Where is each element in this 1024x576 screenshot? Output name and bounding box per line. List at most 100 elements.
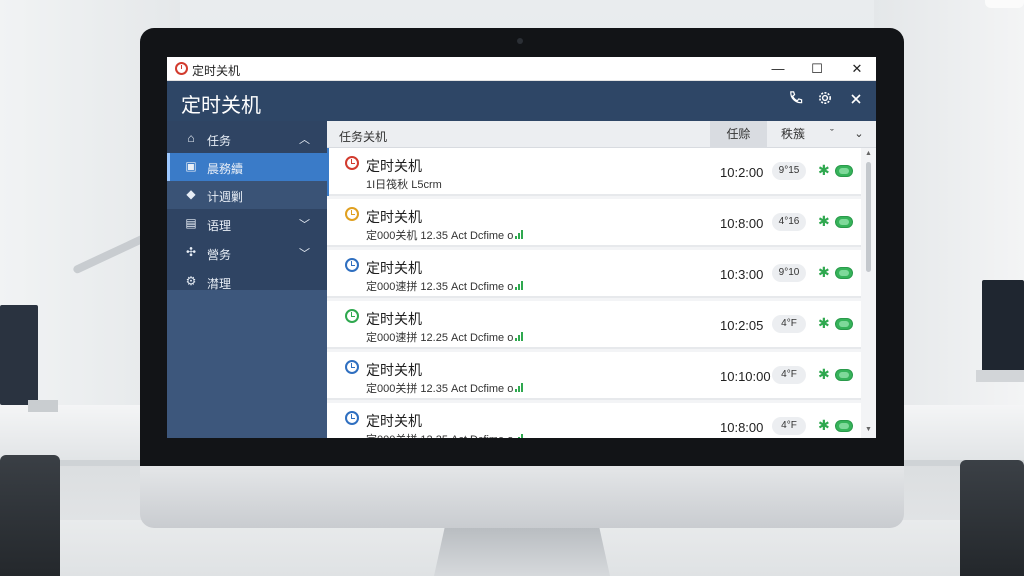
home-icon: ⌂ xyxy=(187,131,195,145)
background-monitor-right xyxy=(982,280,1024,372)
chevron-down-icon[interactable]: ⌄ xyxy=(851,121,867,148)
task-list: 定时关机 1I日筏秋 L5crm 10:2:00 9°15 ✱ 定时关机 定000关机 12… xyxy=(327,148,861,438)
office-chair-right xyxy=(960,460,1024,576)
sidebar-item-label: 潸理 xyxy=(207,277,232,291)
task-badge[interactable]: 9°15 xyxy=(772,162,806,180)
sidebar-item-plan[interactable]: ◆ 计週剿 xyxy=(167,181,327,209)
star-icon[interactable]: ✱ xyxy=(818,366,830,383)
scroll-up-arrow[interactable]: ▲ xyxy=(864,150,873,160)
close-window-button[interactable]: ✕ xyxy=(843,60,871,78)
sidebar-item-label: 计週剿 xyxy=(207,190,244,204)
tab-task[interactable]: 任赊 xyxy=(710,121,767,148)
content-title: 任务关机 xyxy=(339,130,388,144)
monitor-chin xyxy=(140,466,904,528)
alarm-clock-icon xyxy=(345,258,359,272)
close-icon[interactable] xyxy=(845,90,867,112)
task-title: 定时关机 xyxy=(366,209,422,225)
app-header: 定时关机 xyxy=(167,81,876,121)
task-badge[interactable]: 4°16 xyxy=(772,213,806,231)
main-content: 任务关机 任赊 秩簇 ˇ ⌄ 定时关机 1I日筏秋 L5crm 10:2:00 9°1… xyxy=(327,121,876,438)
calendar-icon: ▣ xyxy=(185,159,197,173)
task-badge[interactable]: 4°F xyxy=(772,366,806,384)
gear-icon: ⚙ xyxy=(185,274,197,288)
task-badge[interactable]: 4°F xyxy=(772,315,806,333)
task-row[interactable]: 定时关机定000关拼 12.35 Act Dcfime o 10:10:00 4°F… xyxy=(327,352,861,400)
task-subtitle-text: 定000速拼 12.25 Act Dcfime o xyxy=(366,332,514,344)
task-subtitle-text: 定000关拼 12.35 Act Dcfime o xyxy=(366,383,514,395)
task-title: 定时关机 xyxy=(366,413,422,429)
task-subtitle: 定000速拼 12.35 Act Dcfime o xyxy=(366,278,524,294)
task-subtitle: 定000关拼 12.35 Act Dcfime o xyxy=(366,431,524,438)
alarm-clock-icon xyxy=(345,156,359,170)
sidebar-item-active[interactable]: ▣ 晨務續 xyxy=(167,153,327,181)
task-subtitle-text: 1I日筏秋 L5crm xyxy=(366,179,442,191)
caret-icon[interactable]: ˇ xyxy=(824,121,840,148)
star-icon[interactable]: ✱ xyxy=(818,264,830,281)
task-row[interactable]: 定时关机定000速拼 12.35 Act Dcfime o 10:3:00 9°10… xyxy=(327,250,861,298)
task-subtitle-text: 定000关机 12.35 Act Dcfime o xyxy=(366,230,514,242)
chevron-up-icon: ︿ xyxy=(299,134,310,146)
star-icon[interactable]: ✱ xyxy=(818,213,830,230)
background-monitor-left xyxy=(0,305,38,405)
star-icon[interactable]: ✱ xyxy=(818,162,830,179)
task-row[interactable]: 定时关机定000关拼 12.35 Act Dcfime o 10:8:00 4°F ✱ xyxy=(327,403,861,438)
signal-bars-icon xyxy=(515,332,524,344)
background-monitor-left-stand xyxy=(28,400,58,412)
content-header: 任务关机 任赊 秩簇 ˇ ⌄ xyxy=(327,121,876,148)
sidebar-item-settings[interactable]: ⚙ 潸理 xyxy=(167,268,327,296)
task-badge[interactable]: 9°10 xyxy=(772,264,806,282)
star-icon[interactable]: ✱ xyxy=(818,417,830,434)
tab-order[interactable]: 秩簇 xyxy=(770,121,816,148)
sidebar-item-manage[interactable]: ▤ 语理 ﹀ xyxy=(167,210,327,238)
gear-icon[interactable] xyxy=(814,90,836,112)
enable-toggle[interactable] xyxy=(835,216,853,228)
scroll-down-arrow[interactable]: ▼ xyxy=(864,426,873,436)
task-subtitle: 定000关拼 12.35 Act Dcfime o xyxy=(366,380,524,396)
sidebar-item-label: 晨務續 xyxy=(207,162,244,176)
task-time: 10:3:00 xyxy=(720,267,764,282)
task-subtitle-text: 定000关拼 12.35 Act Dcfime o xyxy=(366,434,513,438)
sidebar-item-tasks[interactable]: ⌂ 任务 ︿ xyxy=(167,125,327,153)
app-title: 定时关机 xyxy=(181,95,261,117)
window-title: 定时关机 xyxy=(192,64,241,78)
sidebar-item-label: 语理 xyxy=(207,219,232,233)
enable-toggle[interactable] xyxy=(835,165,853,177)
task-title: 定时关机 xyxy=(366,362,422,378)
enable-toggle[interactable] xyxy=(835,267,853,279)
ceiling-light xyxy=(985,0,1024,8)
sidebar-item-service[interactable]: ✣ 營务 ﹀ xyxy=(167,239,327,267)
task-subtitle: 定000关机 12.35 Act Dcfime o xyxy=(366,227,524,243)
scroll-thumb[interactable] xyxy=(866,162,871,272)
enable-toggle[interactable] xyxy=(835,318,853,330)
scrollbar[interactable]: ▲ ▼ xyxy=(864,150,873,436)
task-title: 定时关机 xyxy=(366,311,422,327)
signal-bars-icon xyxy=(515,383,524,395)
task-time: 10:10:00 xyxy=(720,369,771,384)
signal-bars-icon xyxy=(515,434,524,438)
alarm-clock-icon xyxy=(345,309,359,323)
task-row[interactable]: 定时关机定000速拼 12.25 Act Dcfime o 10:2:05 4°F ✱ xyxy=(327,301,861,349)
task-badge[interactable]: 4°F xyxy=(772,417,806,435)
cube-icon: ◆ xyxy=(186,187,196,201)
minimize-button[interactable]: — xyxy=(764,60,792,78)
background-monitor-right-stand xyxy=(976,370,1024,382)
sidebar-lower-panel xyxy=(167,290,327,438)
office-chair-left xyxy=(0,455,60,576)
maximize-button[interactable]: ☐ xyxy=(803,60,831,78)
task-row[interactable]: 定时关机定000关机 12.35 Act Dcfime o 10:8:00 4°16… xyxy=(327,199,861,247)
star-icon[interactable]: ✱ xyxy=(818,315,830,332)
task-time: 10:8:00 xyxy=(720,216,764,231)
phone-icon[interactable] xyxy=(784,90,806,112)
enable-toggle[interactable] xyxy=(835,420,853,432)
window-titlebar: 定时关机 — ☐ ✕ xyxy=(167,57,876,81)
task-time: 10:2:05 xyxy=(720,318,764,333)
sidebar-item-label: 任务 xyxy=(207,134,232,148)
task-title: 定时关机 xyxy=(366,260,422,276)
sidebar: ⌂ 任务 ︿ ▣ 晨務續 ◆ 计週剿 ▤ 语理 ﹀ ✣ 營务 ﹀ ⚙ 潸理 xyxy=(167,121,327,438)
task-row[interactable]: 定时关机 1I日筏秋 L5crm 10:2:00 9°15 ✱ xyxy=(327,148,861,196)
enable-toggle[interactable] xyxy=(835,369,853,381)
signal-bars-icon xyxy=(515,281,524,293)
app-window: 定时关机 — ☐ ✕ 定时关机 ⌂ 任务 ︿ ▣ 晨務續 ◆ 计週剿 ▤ 语理 … xyxy=(167,57,876,438)
document-icon: ▤ xyxy=(185,216,197,230)
task-time: 10:2:00 xyxy=(720,165,764,180)
